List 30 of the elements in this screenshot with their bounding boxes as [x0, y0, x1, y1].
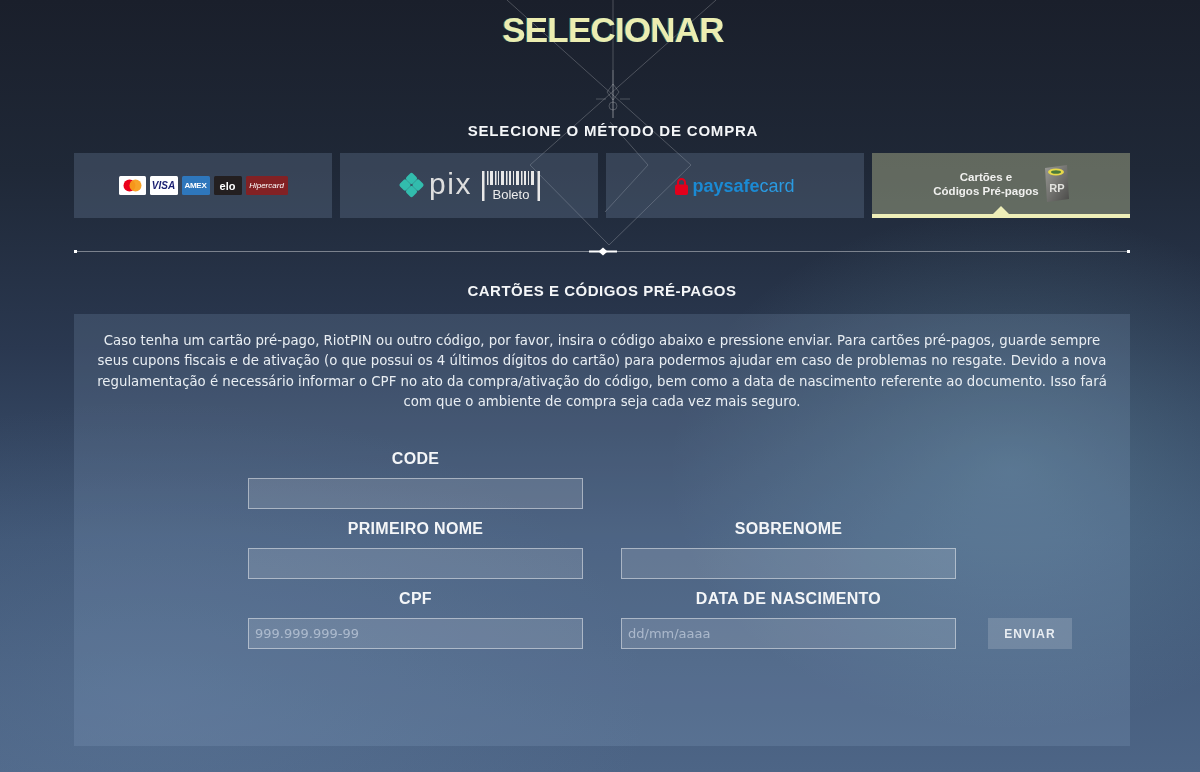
input-field[interactable] [248, 478, 583, 510]
diamond-icon [398, 172, 426, 199]
field-label: SOBRENOME [733, 519, 844, 540]
field-label: PRIMEIRO NOME [346, 519, 485, 540]
submit-button[interactable]: ENVIAR [988, 618, 1072, 650]
description-text: Caso tenha um cartão pré-pago, RiotPIN ou outro código, por favor, insira o código abaixo e pressione enviar. Para cartões pré-pagos, guarde sempre seus cupons fiscais e de ativação (o que possui os 4 últimos dígitos do cartão) para podermos ajudar em caso de problemas no resgate. Devido a nova regulamentação é necessário informar o CPF no ato da compra/ativação do código, bem como a data de nascimento referente ao documento. Isso fará com que o ambiente de compra seja cada vez mais seguro. [96, 332, 1108, 411]
logo-wordmark: paysafecard [692, 175, 795, 196]
field-label: DATA DE NASCIMENTO [694, 589, 883, 610]
overlapping-circles-icon [118, 176, 146, 195]
payment-method-tab[interactable]: Cartões e Códigos Pré-pagos RP [872, 153, 1130, 218]
card-logo: AMEX [181, 176, 210, 195]
field-label: CODE [390, 449, 441, 470]
padlock-icon [675, 176, 689, 195]
logo-wordmark: pix [429, 169, 472, 202]
payment-method-tab[interactable]: pix Boleto [340, 153, 598, 218]
section-heading: CARTÕES E CÓDIGOS PRÉ-PAGOS [466, 282, 738, 300]
field-label: CPF [398, 589, 433, 610]
input-field[interactable] [248, 548, 583, 580]
payment-method-tab[interactable]: paysafecard [606, 153, 864, 218]
card-logo: elo [213, 176, 242, 195]
section-heading: SELECIONE O MÉTODO DE COMPRA [467, 122, 759, 140]
card-logo: Hipercard [245, 176, 288, 195]
input-field[interactable]: 999.999.999-99 [248, 618, 583, 650]
payment-method-tab[interactable]: VISA AMEX elo Hipercard [74, 153, 332, 218]
barcode-logo: Boleto [481, 170, 540, 201]
input-field[interactable] [621, 548, 956, 580]
input-field[interactable]: dd/mm/aaaa [621, 618, 956, 650]
page-title: SELECIONAR [502, 9, 724, 51]
prepaid-card-icon: RP [1042, 165, 1069, 202]
card-logo: VISA [149, 176, 178, 195]
